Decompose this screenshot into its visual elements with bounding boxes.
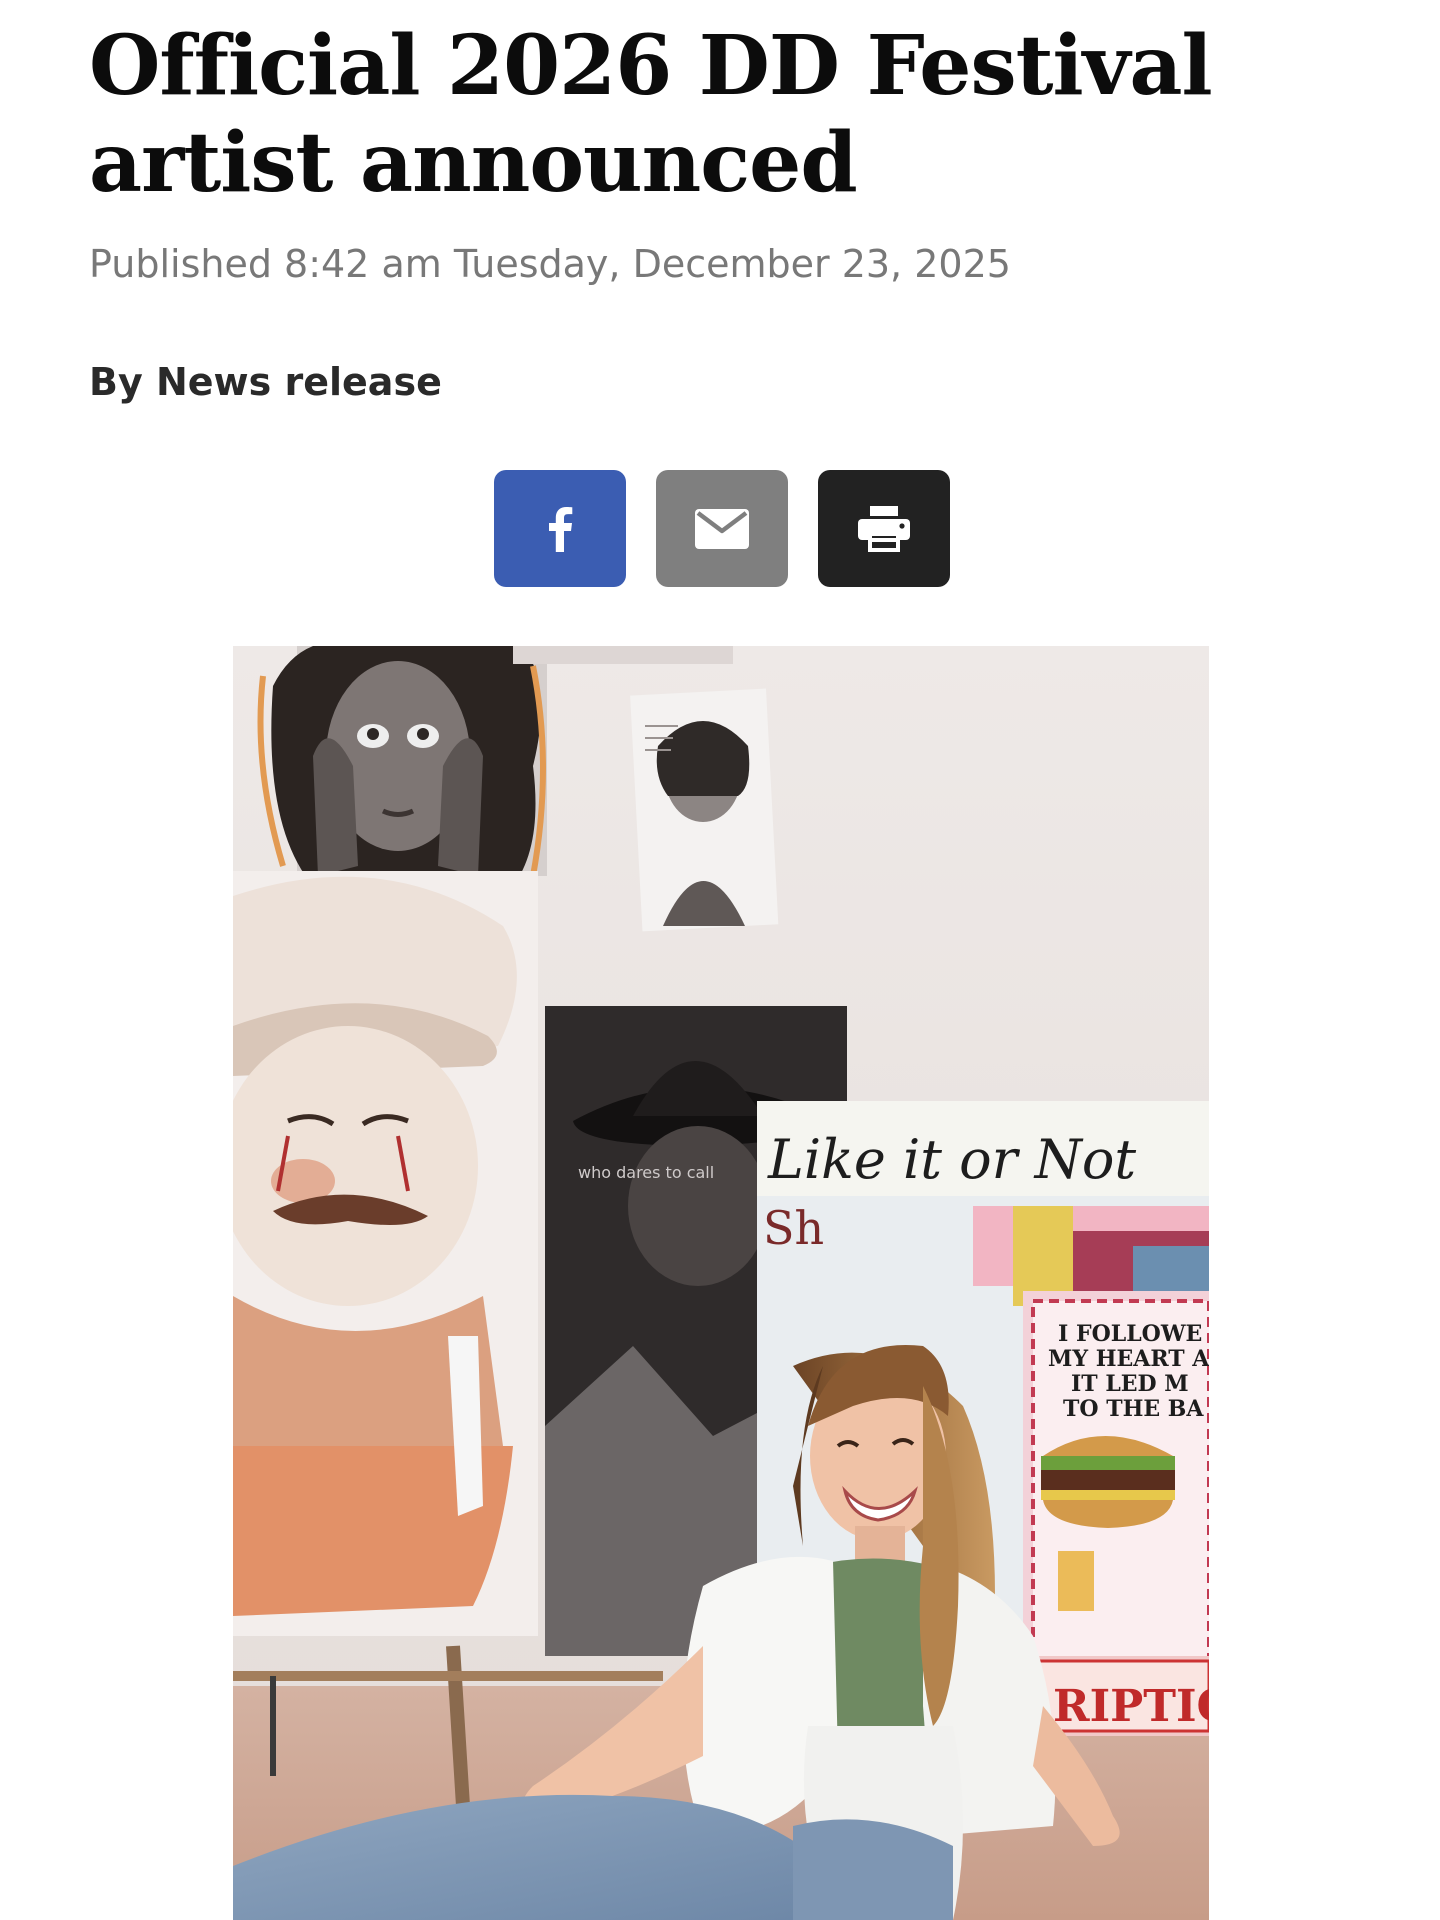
like-it-text: Like it or Not: [767, 1128, 1136, 1191]
sign-line-4: TO THE BA: [1063, 1396, 1204, 1422]
hat-caption: who dares to call: [578, 1163, 714, 1182]
artist-studio-photo: who dares to call Like it or Not Sh I FO…: [233, 646, 1209, 1920]
facebook-icon: [549, 506, 573, 552]
article-headline: Official 2026 DD Festival artist announc…: [89, 18, 1213, 211]
article-photo: who dares to call Like it or Not Sh I FO…: [233, 646, 1209, 1920]
painting-fragment: Sh: [763, 1201, 824, 1255]
sign-line-1: I FOLLOWE: [1058, 1321, 1202, 1347]
print-button[interactable]: [818, 470, 950, 587]
published-date: Published 8:42 am Tuesday, December 23, …: [89, 242, 1011, 286]
byline: By News release: [89, 360, 442, 404]
mail-icon: [695, 508, 749, 549]
article: Official 2026 DD Festival artist announc…: [0, 0, 1440, 1920]
printer-icon: [858, 505, 910, 552]
facebook-share-button[interactable]: [494, 470, 626, 587]
share-bar: [0, 470, 1440, 588]
email-share-button[interactable]: [656, 470, 788, 587]
sign-line-2: MY HEART A: [1048, 1346, 1209, 1372]
banner-text: RIPTION: [1053, 1681, 1209, 1732]
sign-line-3: IT LED M: [1071, 1371, 1189, 1397]
